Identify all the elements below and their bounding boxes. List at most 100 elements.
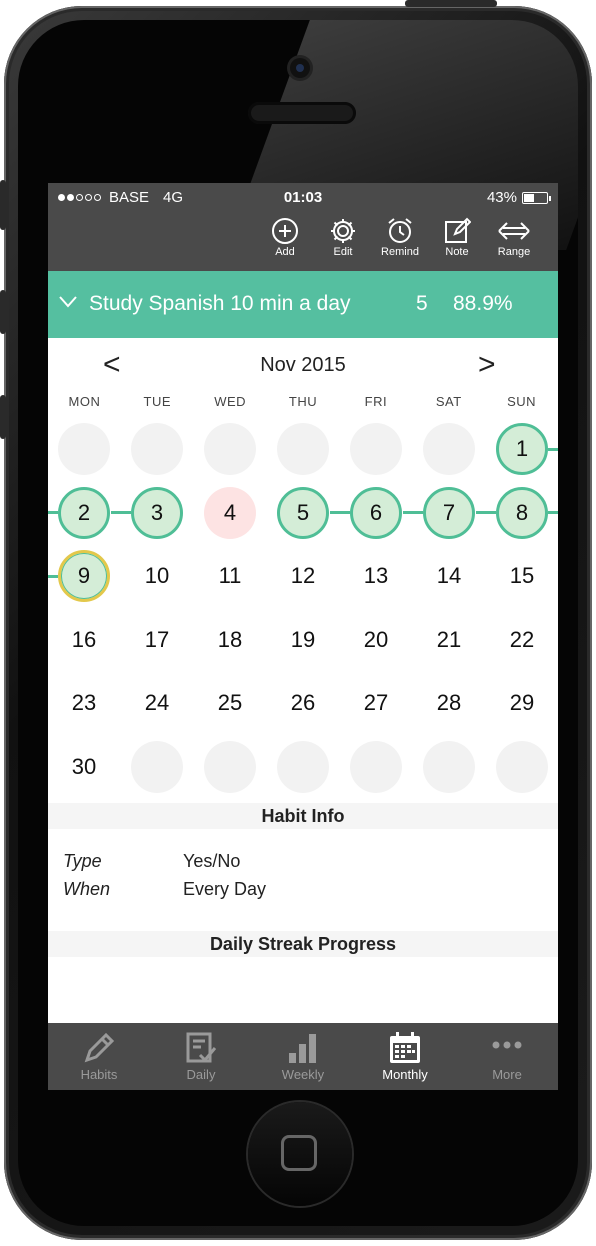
calendar-empty-cell [121,418,194,481]
front-camera [290,58,310,78]
calendar-day-18[interactable]: 18 [194,609,267,672]
streak-link [476,511,496,514]
day-number: 24 [144,690,170,715]
tab-habits[interactable]: Habits [48,1023,150,1090]
weekday-tue: TUE [143,394,172,409]
calendar-day-28[interactable]: 28 [413,672,486,735]
weekday-header: MON TUE WED THU FRI SAT SUN [48,394,558,418]
calendar-day-12[interactable]: 12 [267,545,340,608]
day-number: 8 [496,486,548,539]
mute-switch [0,180,6,230]
calendar-empty-cell [340,418,413,481]
day-number: 27 [363,690,389,715]
volume-down-button [0,395,6,439]
streak-heading: Daily Streak Progress [48,931,558,957]
add-button[interactable]: Add [260,217,310,258]
calendar-day-27[interactable]: 27 [340,672,413,735]
calendar-day-21[interactable]: 21 [413,609,486,672]
streak-link [111,511,131,514]
next-month-button[interactable]: > [478,348,496,382]
calendar-grid: 1 2 3 4 5 6 7 8 9 10 11 12 13 14 15 16 17 18 19 20 21 22 23 24 2… [48,418,558,803]
edit-button[interactable]: Edit [318,217,368,258]
calendar-day-11[interactable]: 11 [194,545,267,608]
day-number: 7 [423,486,475,539]
calendar-day-15[interactable]: 15 [486,545,558,608]
streak-link [48,511,58,514]
day-number: 28 [436,690,462,715]
tab-daily[interactable]: Daily [150,1023,252,1090]
power-button [405,0,497,7]
day-number: 25 [217,690,243,715]
volume-up-button [0,290,6,334]
calendar-day-19[interactable]: 19 [267,609,340,672]
calendar-day-9[interactable]: 9 [48,545,121,608]
calendar-day-17[interactable]: 17 [121,609,194,672]
day-number: 21 [436,626,462,652]
calendar-empty-cell [267,418,340,481]
battery-percent: 43% [486,189,517,206]
add-label: Add [275,246,295,258]
chevron-down-icon [59,296,77,308]
day-number: 17 [144,626,170,652]
month-navigator: < Nov 2015 > [48,338,558,394]
weekday-wed: WED [214,394,247,409]
empty-day-placeholder [350,423,402,475]
calendar-day-29[interactable]: 29 [486,672,558,735]
earpiece-speaker [248,102,356,124]
calendar-day-24[interactable]: 24 [121,672,194,735]
empty-day-placeholder [277,423,329,475]
calendar-icon [390,1032,420,1063]
empty-day-placeholder [58,423,110,475]
day-number: 9 [58,550,110,602]
checklist-icon [186,1032,217,1063]
home-square-icon [281,1135,317,1171]
streak-link [48,574,58,578]
calendar-empty-cell [194,418,267,481]
habit-header[interactable]: Study Spanish 10 min a day 5 88.9% [48,271,558,338]
calendar-day-23[interactable]: 23 [48,672,121,735]
day-number: 11 [218,563,242,588]
empty-day-placeholder [496,740,548,793]
day-number: 29 [509,690,535,715]
calendar-day-10[interactable]: 10 [121,545,194,608]
day-number: 12 [290,563,316,588]
calendar-empty-cell [413,418,486,481]
app-screen: BASE 4G 01:03 43% Add Edit Remind Note R… [48,183,558,1090]
day-number: 30 [71,753,97,779]
calendar-empty-cell [267,736,340,799]
calendar-day-22[interactable]: 22 [486,609,558,672]
calendar-day-14[interactable]: 14 [413,545,486,608]
tab-bar: Habits Daily Weekly Monthly More [48,1023,558,1090]
remind-button[interactable]: Remind [375,217,425,258]
streak-link [403,511,423,514]
edit-label: Edit [333,246,353,258]
calendar-day-16[interactable]: 16 [48,609,121,672]
calendar-day-26[interactable]: 26 [267,672,340,735]
range-button[interactable]: Range [489,217,539,258]
when-label: When [63,879,111,899]
calendar-day-13[interactable]: 13 [340,545,413,608]
note-button[interactable]: Note [432,217,482,258]
empty-day-placeholder [131,740,183,793]
bar-chart-icon [289,1034,316,1063]
weekday-sun: SUN [507,394,537,409]
calendar-day-3[interactable]: 3 [121,482,194,545]
tab-more-label: More [492,1067,522,1082]
home-button[interactable] [248,1102,352,1206]
tab-more[interactable]: More [456,1023,558,1090]
type-value: Yes/No [183,851,241,871]
tab-weekly[interactable]: Weekly [252,1023,354,1090]
calendar-day-30[interactable]: 30 [48,736,121,799]
habit-info: Type Yes/No When Every Day [48,829,558,931]
calendar-day-20[interactable]: 20 [340,609,413,672]
more-dots-icon [492,1041,522,1049]
empty-day-placeholder [423,423,475,475]
calendar-empty-cell [48,418,121,481]
remind-label: Remind [381,246,419,258]
calendar-day-4[interactable]: 4 [194,482,267,545]
calendar-empty-cell [194,736,267,799]
calendar-day-25[interactable]: 25 [194,672,267,735]
day-number: 13 [363,563,389,588]
tab-monthly[interactable]: Monthly [354,1023,456,1090]
type-label: Type [63,851,102,871]
